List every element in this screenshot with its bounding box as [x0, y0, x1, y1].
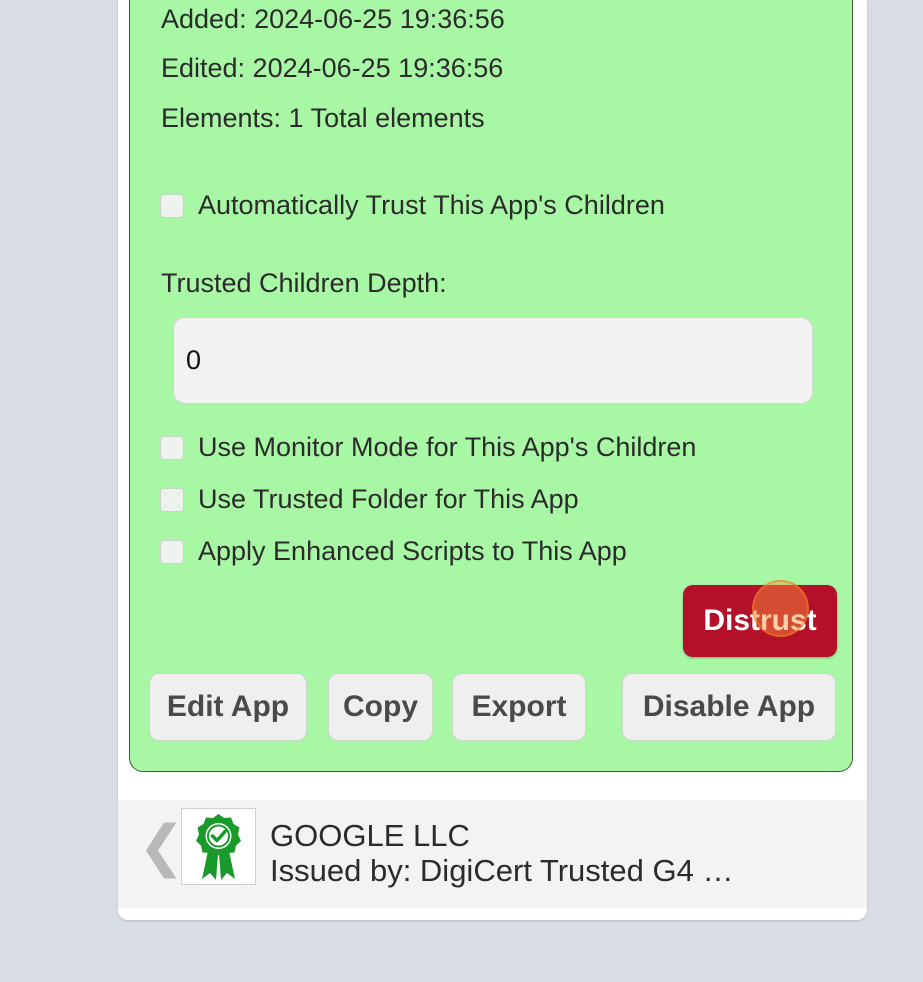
disable-app-button[interactable]: Disable App [622, 673, 836, 741]
monitor-mode-children-label: Use Monitor Mode for This App's Children [198, 432, 697, 462]
trusted-folder-checkbox[interactable] [160, 487, 184, 512]
edit-app-button[interactable]: Edit App [149, 673, 307, 741]
certificate-title: GOOGLE LLC [270, 818, 470, 853]
copy-button[interactable]: Copy [328, 673, 433, 741]
certificate-issuer: Issued by: DigiCert Trusted G4 … [270, 853, 734, 888]
trusted-folder-label: Use Trusted Folder for This App [198, 484, 579, 514]
enhanced-scripts-option[interactable]: Apply Enhanced Scripts to This App [160, 536, 627, 567]
auto-trust-children-option[interactable]: Automatically Trust This App's Children [160, 190, 665, 221]
elements-count: Elements: 1 Total elements [161, 103, 485, 133]
edited-date: Edited: 2024-06-25 19:36:56 [161, 53, 504, 83]
auto-trust-children-label: Automatically Trust This App's Children [198, 190, 665, 220]
added-date: Added: 2024-06-25 19:36:56 [161, 4, 505, 34]
export-button[interactable]: Export [452, 673, 586, 741]
monitor-mode-children-checkbox[interactable] [160, 435, 184, 460]
certificate-ribbon-icon [181, 808, 256, 885]
chevron-left-icon[interactable]: ❮ [138, 818, 185, 874]
trusted-children-depth-input[interactable] [173, 317, 813, 404]
enhanced-scripts-label: Apply Enhanced Scripts to This App [198, 536, 627, 566]
monitor-mode-children-option[interactable]: Use Monitor Mode for This App's Children [160, 432, 696, 463]
distrust-button[interactable]: Distrust [683, 585, 837, 657]
trusted-folder-option[interactable]: Use Trusted Folder for This App [160, 484, 579, 515]
trusted-children-depth-label: Trusted Children Depth: [161, 268, 447, 298]
enhanced-scripts-checkbox[interactable] [160, 539, 184, 564]
auto-trust-children-checkbox[interactable] [160, 193, 184, 218]
